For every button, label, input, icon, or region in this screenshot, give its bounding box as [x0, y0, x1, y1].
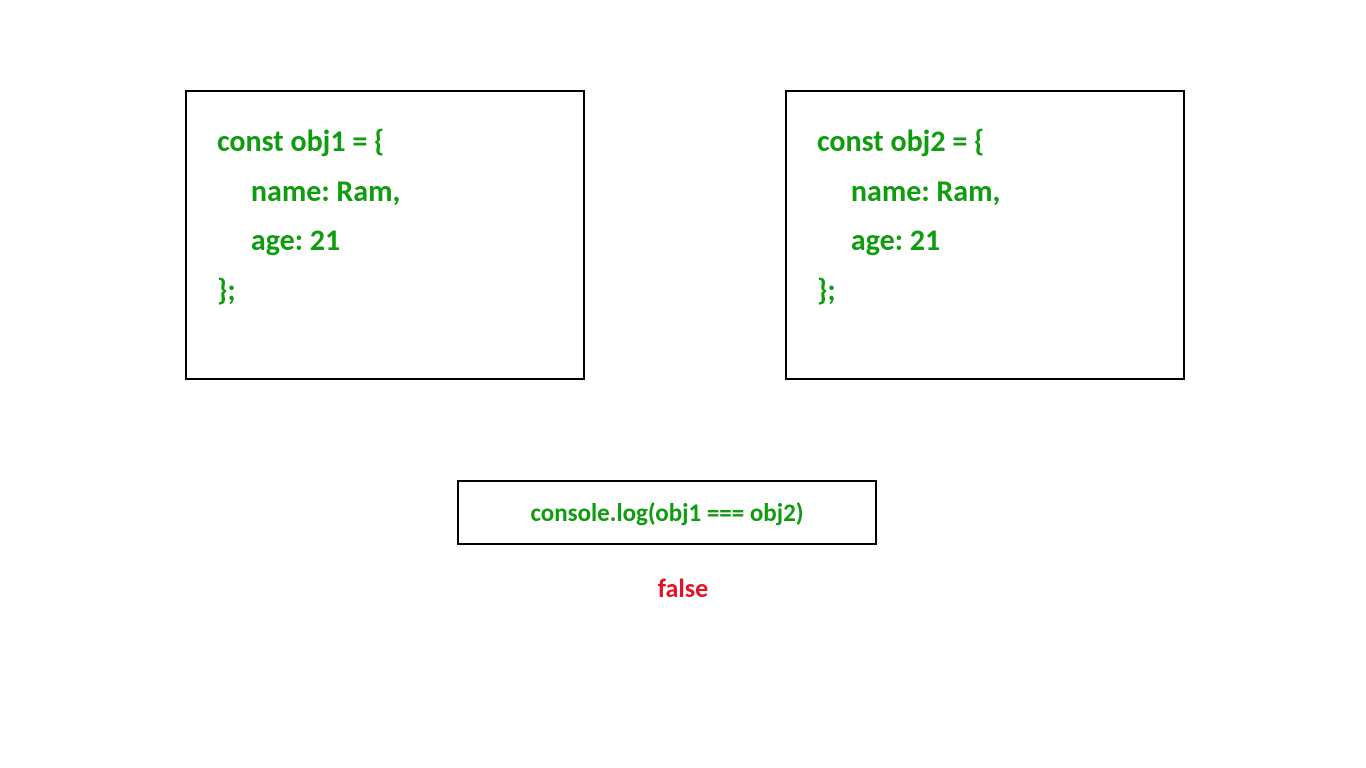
code-obj2-line1: const obj2 = { [817, 117, 1153, 167]
code-obj2-line3: age: 21 [817, 216, 1153, 266]
code-obj1-line1: const obj1 = { [217, 117, 553, 167]
code-box-obj2: const obj2 = { name: Ram, age: 21 }; [785, 90, 1185, 380]
code-box-obj1: const obj1 = { name: Ram, age: 21 }; [185, 90, 585, 380]
code-obj1-line4: }; [217, 266, 553, 316]
code-obj2-line4: }; [817, 266, 1153, 316]
code-obj2-line2: name: Ram, [817, 167, 1153, 217]
console-log-expression: console.log(obj1 === obj2) [530, 497, 803, 528]
result-output: false [0, 572, 1366, 604]
console-log-box: console.log(obj1 === obj2) [457, 480, 877, 545]
code-obj1-line3: age: 21 [217, 216, 553, 266]
code-obj1-line2: name: Ram, [217, 167, 553, 217]
